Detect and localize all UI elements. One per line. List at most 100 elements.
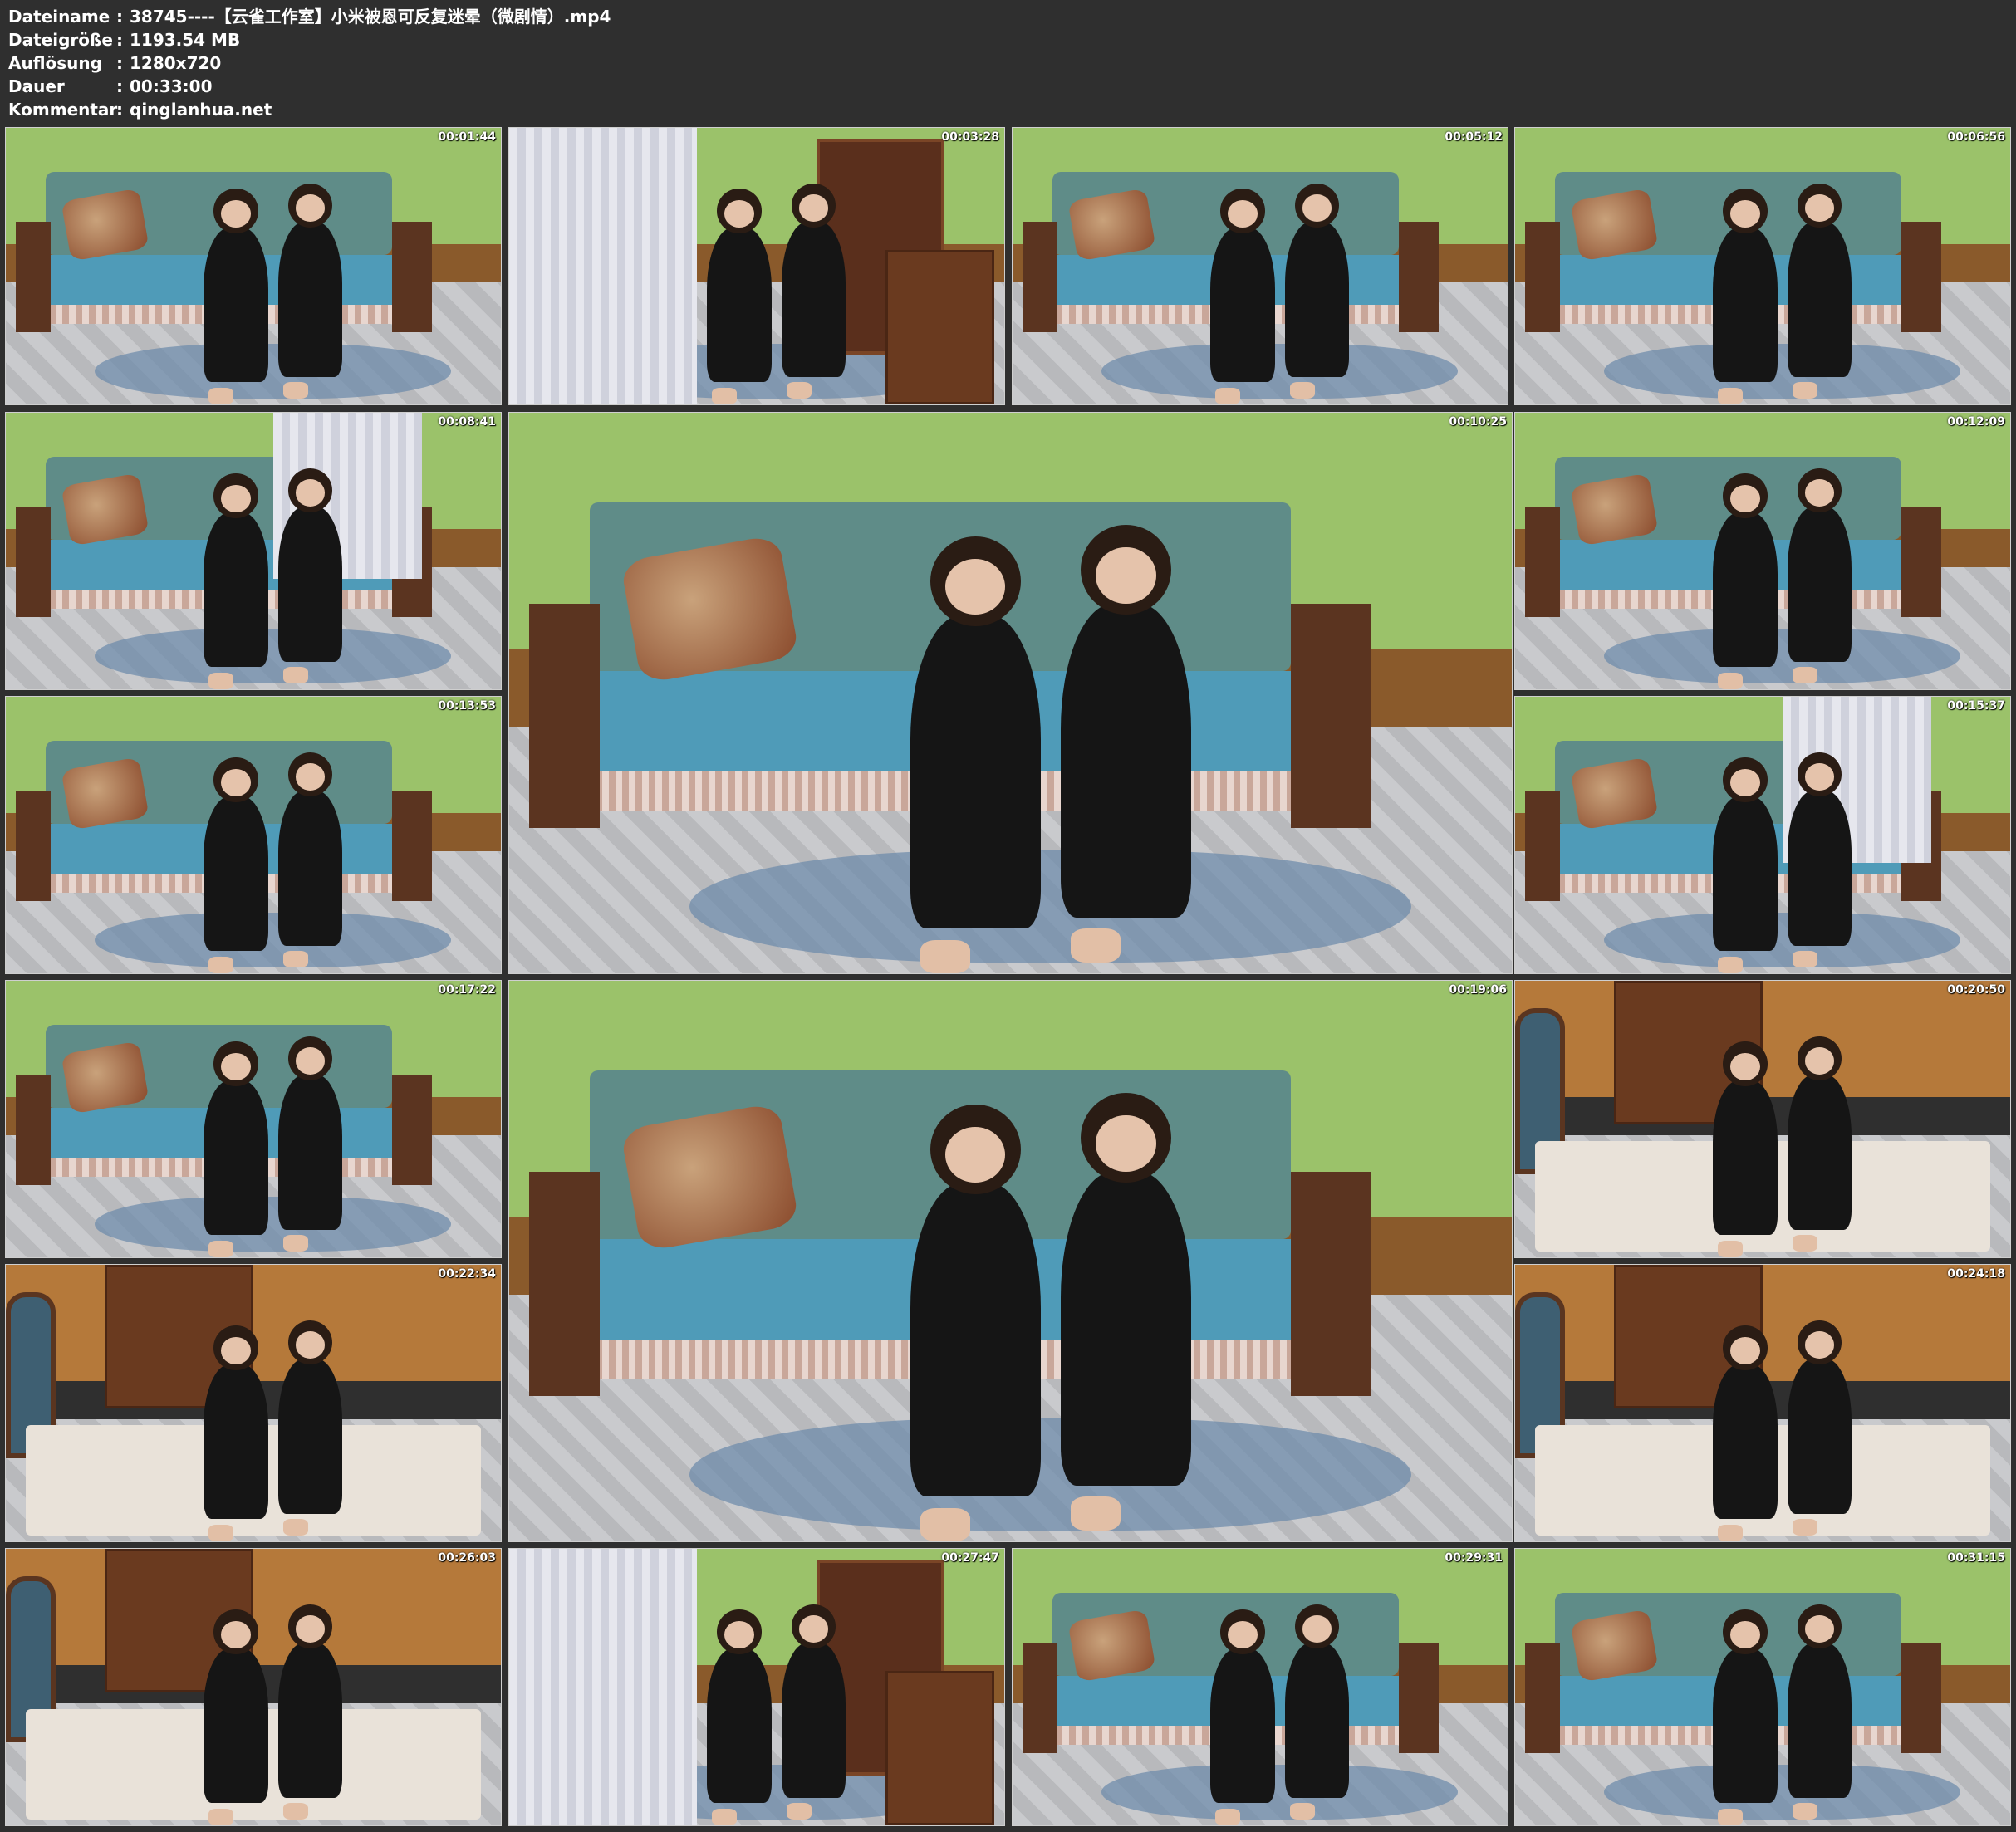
person <box>277 1643 343 1798</box>
person-foot <box>208 1809 234 1825</box>
sofa-arm <box>15 791 51 902</box>
person-foot <box>282 1803 308 1820</box>
person-foot <box>1718 1525 1744 1541</box>
person-foot <box>1215 388 1241 404</box>
person-face <box>1730 1620 1760 1648</box>
person-foot <box>1215 1809 1241 1825</box>
person-foot <box>1792 382 1817 399</box>
thumbnail: 00:24:18 <box>1514 1264 2011 1542</box>
person-face <box>1730 199 1760 228</box>
rug <box>689 1418 1412 1531</box>
sofa-arm <box>1524 1643 1560 1754</box>
person-foot <box>1792 951 1817 968</box>
person-face <box>945 1126 1006 1183</box>
wall <box>1515 981 2010 1097</box>
thumbnail-timestamp: 00:17:22 <box>438 983 496 997</box>
sofa-arm <box>15 1075 51 1186</box>
sofa-arm <box>15 507 51 618</box>
rug <box>1604 343 1961 399</box>
person <box>1713 1648 1778 1804</box>
person <box>1787 1643 1852 1798</box>
thumbnail: 00:29:31 <box>1012 1548 1508 1826</box>
thumbnail-timestamp: 00:10:25 <box>1449 415 1507 429</box>
thumbnail: 00:12:09 <box>1514 412 2011 690</box>
sofa-arm <box>1901 1643 1941 1754</box>
sofa-arm <box>1022 1643 1057 1754</box>
person-foot <box>1792 1519 1817 1536</box>
video-frame <box>509 128 1004 404</box>
person <box>1787 791 1852 946</box>
thumbnail-timestamp: 00:13:53 <box>438 699 496 713</box>
video-frame <box>6 128 501 404</box>
person-foot <box>920 939 971 973</box>
person-face <box>1730 1052 1760 1080</box>
person-foot <box>208 1525 234 1541</box>
rug <box>1604 912 1961 968</box>
person-foot <box>1792 1235 1817 1252</box>
thumbnail-large: 00:10:25 <box>508 412 1513 974</box>
thumbnail: 00:27:47 <box>508 1548 1005 1826</box>
person-face <box>221 768 251 796</box>
thumbnail-timestamp: 00:19:06 <box>1449 983 1507 997</box>
person-face <box>1730 1336 1760 1364</box>
person-foot <box>1718 1241 1744 1257</box>
person <box>204 1364 268 1520</box>
person-face <box>1228 1620 1258 1648</box>
person <box>1210 227 1275 383</box>
thumbnail-timestamp: 00:22:34 <box>438 1267 496 1281</box>
person-foot <box>786 382 812 399</box>
sofa-arm <box>1398 1643 1439 1754</box>
person-foot <box>920 1507 971 1541</box>
person <box>277 222 343 377</box>
person-face <box>724 1620 754 1648</box>
rug <box>1101 1764 1459 1820</box>
video-frame <box>1515 128 2010 404</box>
person <box>277 1359 343 1514</box>
person-face <box>221 484 251 512</box>
video-frame <box>6 413 501 689</box>
rug <box>95 912 452 968</box>
thumbnail: 00:08:41 <box>5 412 502 690</box>
person-foot <box>1070 928 1121 963</box>
video-frame <box>509 413 1512 973</box>
thumbnail: 00:13:53 <box>5 696 502 974</box>
person-foot <box>282 382 308 399</box>
sofa-arm <box>391 222 432 333</box>
thumbnail-timestamp: 00:06:56 <box>1947 130 2005 144</box>
rug <box>95 628 452 684</box>
thumbnail-timestamp: 00:24:18 <box>1947 1267 2005 1281</box>
thumbnail: 00:17:22 <box>5 980 502 1258</box>
thumbnail-timestamp: 00:26:03 <box>438 1551 496 1565</box>
thumbnail: 00:06:56 <box>1514 127 2011 405</box>
sofa-arm <box>391 1075 432 1186</box>
thumbnail: 00:05:12 <box>1012 127 1508 405</box>
thumbnail: 00:20:50 <box>1514 980 2011 1258</box>
person-foot <box>1718 673 1744 689</box>
person <box>1284 1643 1350 1798</box>
thumbnail-timestamp: 00:29:31 <box>1445 1551 1503 1565</box>
person-face <box>221 1336 251 1364</box>
person <box>277 791 343 946</box>
sofa-arm <box>1901 507 1941 618</box>
person-foot <box>1792 1803 1817 1820</box>
rug <box>1604 1764 1961 1820</box>
thumbnail-timestamp: 00:20:50 <box>1947 983 2005 997</box>
person-foot <box>282 1235 308 1252</box>
person <box>204 796 268 952</box>
video-frame <box>1515 1549 2010 1825</box>
video-frame <box>509 981 1512 1541</box>
person <box>1713 796 1778 952</box>
person <box>1284 222 1350 377</box>
person-foot <box>208 388 234 404</box>
person <box>707 227 772 383</box>
person <box>1713 512 1778 668</box>
person-foot <box>712 1809 738 1825</box>
person-face <box>221 1052 251 1080</box>
dresser <box>885 249 995 404</box>
video-frame <box>6 1549 501 1825</box>
sofa-arm <box>1901 222 1941 333</box>
person <box>910 1183 1041 1496</box>
person <box>910 615 1041 928</box>
person <box>204 1080 268 1236</box>
video-frame <box>1515 1265 2010 1541</box>
